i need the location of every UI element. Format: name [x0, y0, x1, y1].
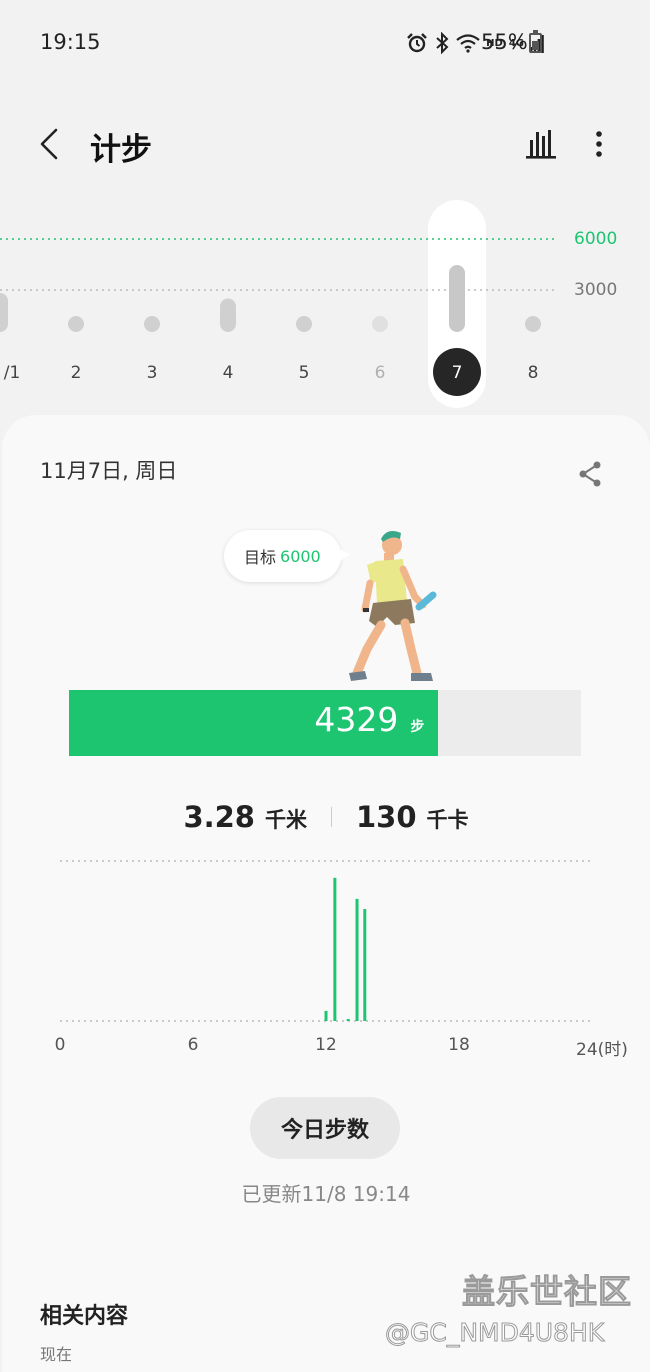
hourly-bars [60, 860, 592, 1022]
app-bar: 计步 [0, 110, 650, 180]
day-detail-card: 11月7日, 周日 目标 6000 4329 步 3.28 千米 130 千卡 … [2, 415, 650, 1372]
back-arrow-icon [40, 128, 58, 160]
step-progress-bar: 4329 步 [69, 690, 581, 756]
battery-icon [529, 30, 542, 53]
day-bar [144, 316, 160, 332]
today-steps-button[interactable]: 今日步数 [250, 1097, 400, 1159]
watermark-handle: @GC_NMD4U8HK [384, 1318, 605, 1348]
hour-bar [355, 898, 359, 1021]
share-icon [579, 461, 601, 487]
distance-unit: 千米 [265, 808, 307, 832]
day-bar [220, 298, 236, 332]
status-bar: 19:15 HD 4G 55% [0, 0, 650, 86]
hour-tick-label: 12 [315, 1035, 337, 1055]
step-progress-fill: 4329 步 [69, 690, 439, 756]
hour-bar [333, 877, 337, 1021]
watermark-text: 盖乐世社区 [462, 1272, 632, 1312]
hour-tick-label: 6 [187, 1035, 199, 1055]
day-label[interactable]: 5 [299, 363, 310, 383]
more-options-button[interactable] [583, 124, 615, 164]
day-bar [68, 316, 84, 332]
hour-tick-label: 18 [448, 1035, 470, 1055]
mid-line-label: 3000 [574, 280, 618, 300]
share-button[interactable] [574, 458, 606, 490]
day-bar [449, 265, 465, 332]
alarm-icon [407, 33, 428, 53]
walking-person-illustration [349, 531, 437, 681]
day-bar [296, 316, 312, 332]
goal-line-label: 6000 [574, 229, 618, 249]
status-time: 19:15 [40, 30, 101, 54]
day-label[interactable]: 3 [147, 363, 158, 383]
more-vert-icon [596, 131, 602, 157]
day-label[interactable]: /1 [4, 363, 21, 383]
step-count-display: 4329 步 [314, 700, 424, 739]
back-button[interactable] [30, 122, 70, 166]
day-label[interactable]: 7 [452, 363, 463, 383]
goal-value: 6000 [280, 546, 321, 566]
step-unit: 步 [410, 719, 425, 735]
weekly-step-chart[interactable]: 6000 3000 /1 2 3 4 5 6 7 8 [0, 195, 650, 410]
last-updated-text: 已更新11/8 19:14 [241, 1182, 411, 1206]
bar-chart-icon [526, 130, 556, 159]
day-bar [0, 292, 8, 332]
distance-value: 3.28 [183, 800, 255, 834]
day-label[interactable]: 4 [223, 363, 234, 383]
goal-prefix: 目标 [244, 548, 277, 567]
hour-tick-label: 24(时) [576, 1040, 628, 1060]
wifi-icon [456, 34, 480, 53]
hour-tick-label: 0 [54, 1035, 66, 1055]
hour-bar [346, 1019, 350, 1021]
bluetooth-icon [436, 32, 449, 54]
stats-divider [331, 807, 332, 827]
related-content-subtitle[interactable]: 现在 [40, 1341, 72, 1365]
weekly-bars [0, 200, 556, 408]
stats-row: 3.28 千米 130 千卡 [2, 800, 650, 834]
day-bar [372, 316, 388, 332]
day-label[interactable]: 8 [528, 363, 539, 383]
battery-percent: 55% [481, 30, 528, 54]
step-count: 4329 [314, 700, 399, 739]
goal-bubble: 目标 6000 [224, 530, 350, 582]
page-title: 计步 [90, 132, 152, 168]
hour-bar [324, 1010, 328, 1021]
calories-unit: 千卡 [426, 808, 469, 832]
trends-button[interactable] [522, 124, 560, 164]
calories-value: 130 [356, 800, 417, 834]
hour-bar [363, 909, 367, 1021]
hourly-step-chart: 0 6 12 18 24(时) [2, 855, 650, 1075]
day-bar [525, 316, 541, 332]
day-label[interactable]: 2 [71, 363, 82, 383]
related-content-title: 相关内容 [40, 1304, 129, 1329]
selected-date: 11月7日, 周日 [40, 459, 178, 483]
day-label[interactable]: 6 [375, 363, 386, 383]
